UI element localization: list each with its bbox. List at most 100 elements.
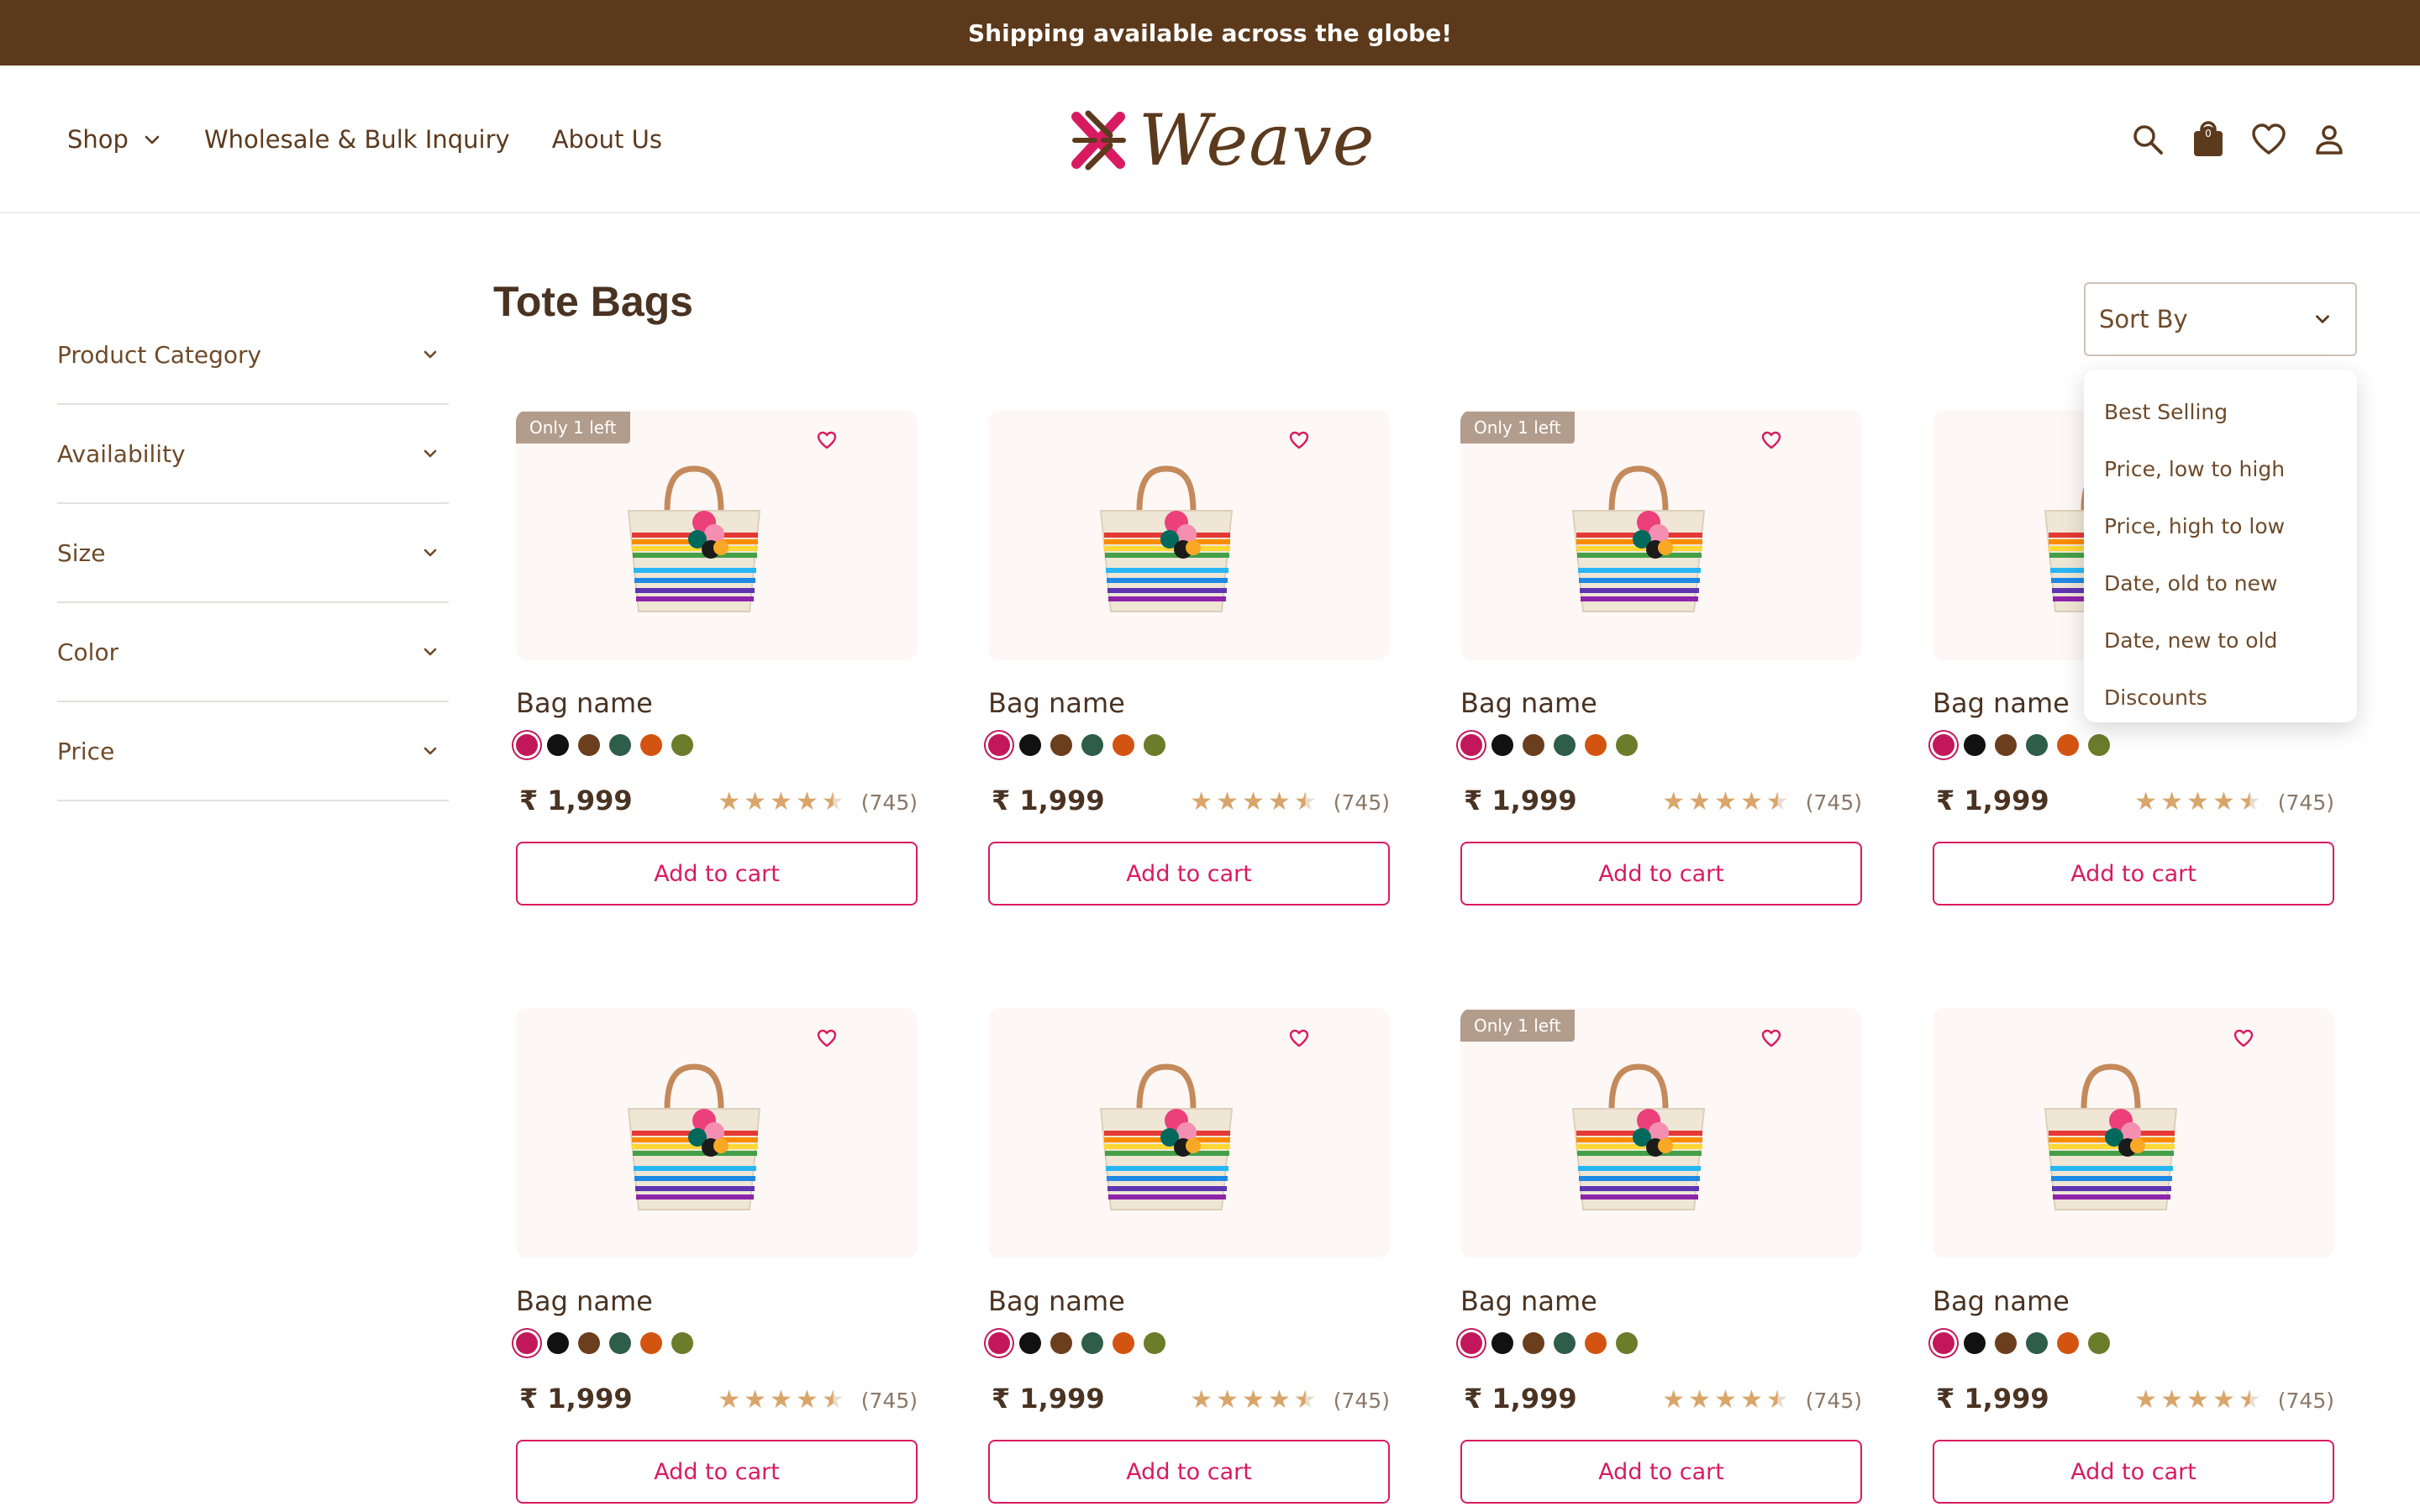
color-swatch[interactable] xyxy=(671,734,693,756)
product-image[interactable]: Only 1 left xyxy=(1460,1008,1862,1258)
color-swatch[interactable] xyxy=(1933,1332,1954,1354)
product-card[interactable]: Only 1 left Bag name ₹ 1,999 ★ ★ ★ ★ ★ (… xyxy=(1460,410,1862,906)
product-image[interactable] xyxy=(1933,1008,2334,1258)
product-card[interactable]: Only 1 left Bag name ₹ 1,999 ★ ★ ★ ★ ★ (… xyxy=(516,410,918,906)
product-name[interactable]: Bag name xyxy=(988,1285,1125,1317)
nav-wholesale[interactable]: Wholesale & Bulk Inquiry xyxy=(204,125,510,154)
product-card[interactable]: Bag name ₹ 1,999 ★ ★ ★ ★ ★ (745) Add to cart xyxy=(988,1008,1390,1504)
filter-size[interactable]: Size xyxy=(57,504,449,603)
color-swatch[interactable] xyxy=(578,734,600,756)
color-swatch[interactable] xyxy=(1554,734,1576,756)
color-swatch[interactable] xyxy=(1113,1332,1134,1354)
color-swatch[interactable] xyxy=(2088,734,2110,756)
heart-icon[interactable] xyxy=(815,428,839,452)
color-swatch[interactable] xyxy=(1144,734,1165,756)
color-swatch[interactable] xyxy=(2057,1332,2079,1354)
color-swatch[interactable] xyxy=(1616,734,1638,756)
color-swatch[interactable] xyxy=(516,734,538,756)
add-to-cart-button[interactable]: Add to cart xyxy=(1933,1440,2334,1504)
account-button[interactable] xyxy=(2309,119,2349,160)
color-swatch[interactable] xyxy=(1081,734,1103,756)
sort-option-date-new-old[interactable]: Date, new to old xyxy=(2084,612,2357,669)
color-swatch[interactable] xyxy=(2088,1332,2110,1354)
nav-shop[interactable]: Shop xyxy=(67,125,162,154)
color-swatch[interactable] xyxy=(2026,1332,2048,1354)
heart-icon[interactable] xyxy=(1760,1026,1783,1050)
color-swatch[interactable] xyxy=(2026,734,2048,756)
product-image[interactable] xyxy=(516,1008,918,1258)
color-swatch[interactable] xyxy=(1460,734,1482,756)
cart-button[interactable]: 0 xyxy=(2188,119,2228,160)
product-card[interactable]: Bag name ₹ 1,999 ★ ★ ★ ★ ★ (745) Add to cart xyxy=(516,1008,918,1504)
color-swatch[interactable] xyxy=(1050,734,1072,756)
product-card[interactable]: Bag name ₹ 1,999 ★ ★ ★ ★ ★ (745) Add to cart xyxy=(988,410,1390,906)
sort-option-best-selling[interactable]: Best Selling xyxy=(2084,383,2357,440)
filter-product-category[interactable]: Product Category xyxy=(57,306,449,405)
color-swatch[interactable] xyxy=(516,1332,538,1354)
color-swatch[interactable] xyxy=(988,1332,1010,1354)
add-to-cart-button[interactable]: Add to cart xyxy=(516,842,918,906)
search-button[interactable] xyxy=(2128,119,2168,160)
color-swatch[interactable] xyxy=(988,734,1010,756)
nav-about[interactable]: About Us xyxy=(552,125,662,154)
color-swatch[interactable] xyxy=(640,1332,662,1354)
sort-option-price-high-low[interactable]: Price, high to low xyxy=(2084,497,2357,554)
color-swatch[interactable] xyxy=(1554,1332,1576,1354)
product-image[interactable] xyxy=(988,410,1390,660)
color-swatch[interactable] xyxy=(1019,1332,1041,1354)
product-card[interactable]: Bag name ₹ 1,999 ★ ★ ★ ★ ★ (745) Add to cart xyxy=(1933,1008,2334,1504)
color-swatch[interactable] xyxy=(1616,1332,1638,1354)
color-swatch[interactable] xyxy=(1144,1332,1165,1354)
filter-price[interactable]: Price xyxy=(57,702,449,801)
product-card[interactable]: Only 1 left Bag name ₹ 1,999 ★ ★ ★ ★ ★ (… xyxy=(1460,1008,1862,1504)
color-swatch[interactable] xyxy=(1491,734,1513,756)
color-swatch[interactable] xyxy=(578,1332,600,1354)
color-swatch[interactable] xyxy=(1585,1332,1607,1354)
filter-color[interactable]: Color xyxy=(57,603,449,702)
add-to-cart-button[interactable]: Add to cart xyxy=(988,842,1390,906)
product-image[interactable]: Only 1 left xyxy=(1460,410,1862,660)
add-to-cart-button[interactable]: Add to cart xyxy=(1933,842,2334,906)
color-swatch[interactable] xyxy=(1460,1332,1482,1354)
color-swatch[interactable] xyxy=(1964,734,1986,756)
product-name[interactable]: Bag name xyxy=(1933,1285,2070,1317)
product-name[interactable]: Bag name xyxy=(516,687,653,719)
color-swatch[interactable] xyxy=(1491,1332,1513,1354)
color-swatch[interactable] xyxy=(1019,734,1041,756)
color-swatch[interactable] xyxy=(547,1332,569,1354)
color-swatch[interactable] xyxy=(609,734,631,756)
color-swatch[interactable] xyxy=(1050,1332,1072,1354)
color-swatch[interactable] xyxy=(1523,1332,1544,1354)
heart-icon[interactable] xyxy=(1760,428,1783,452)
color-swatch[interactable] xyxy=(1081,1332,1103,1354)
color-swatch[interactable] xyxy=(1933,734,1954,756)
color-swatch[interactable] xyxy=(671,1332,693,1354)
color-swatch[interactable] xyxy=(1995,1332,2017,1354)
add-to-cart-button[interactable]: Add to cart xyxy=(1460,842,1862,906)
heart-icon[interactable] xyxy=(2232,1026,2255,1050)
color-swatch[interactable] xyxy=(609,1332,631,1354)
product-name[interactable]: Bag name xyxy=(1460,687,1597,719)
heart-icon[interactable] xyxy=(1287,1026,1311,1050)
color-swatch[interactable] xyxy=(1113,734,1134,756)
color-swatch[interactable] xyxy=(1995,734,2017,756)
heart-icon[interactable] xyxy=(1287,428,1311,452)
wishlist-button[interactable] xyxy=(2249,119,2289,160)
product-image[interactable]: Only 1 left xyxy=(516,410,918,660)
product-name[interactable]: Bag name xyxy=(1460,1285,1597,1317)
add-to-cart-button[interactable]: Add to cart xyxy=(516,1440,918,1504)
product-image[interactable] xyxy=(988,1008,1390,1258)
brand-logo[interactable]: Weave xyxy=(1071,99,1375,181)
color-swatch[interactable] xyxy=(2057,734,2079,756)
add-to-cart-button[interactable]: Add to cart xyxy=(1460,1440,1862,1504)
color-swatch[interactable] xyxy=(1964,1332,1986,1354)
add-to-cart-button[interactable]: Add to cart xyxy=(988,1440,1390,1504)
product-name[interactable]: Bag name xyxy=(988,687,1125,719)
filter-availability[interactable]: Availability xyxy=(57,405,449,504)
product-name[interactable]: Bag name xyxy=(516,1285,653,1317)
sort-select[interactable]: Sort By xyxy=(2084,282,2357,356)
color-swatch[interactable] xyxy=(640,734,662,756)
sort-option-discounts[interactable]: Discounts xyxy=(2084,669,2357,726)
color-swatch[interactable] xyxy=(1523,734,1544,756)
sort-option-price-low-high[interactable]: Price, low to high xyxy=(2084,440,2357,497)
